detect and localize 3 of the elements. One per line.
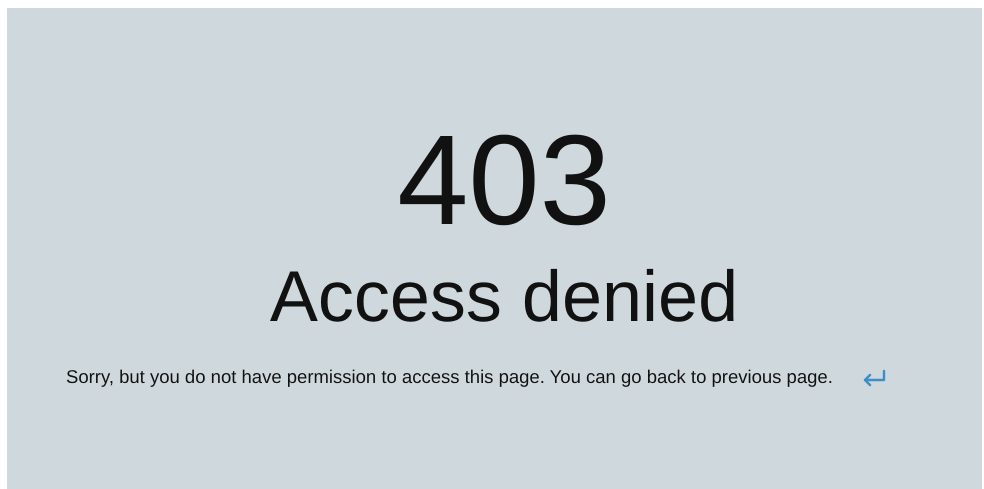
error-message: Sorry, but you do not have permission to access this page. You can go back to previous page. — [66, 366, 833, 387]
error-title: Access denied — [268, 256, 740, 339]
error-code: 403 — [396, 116, 612, 246]
